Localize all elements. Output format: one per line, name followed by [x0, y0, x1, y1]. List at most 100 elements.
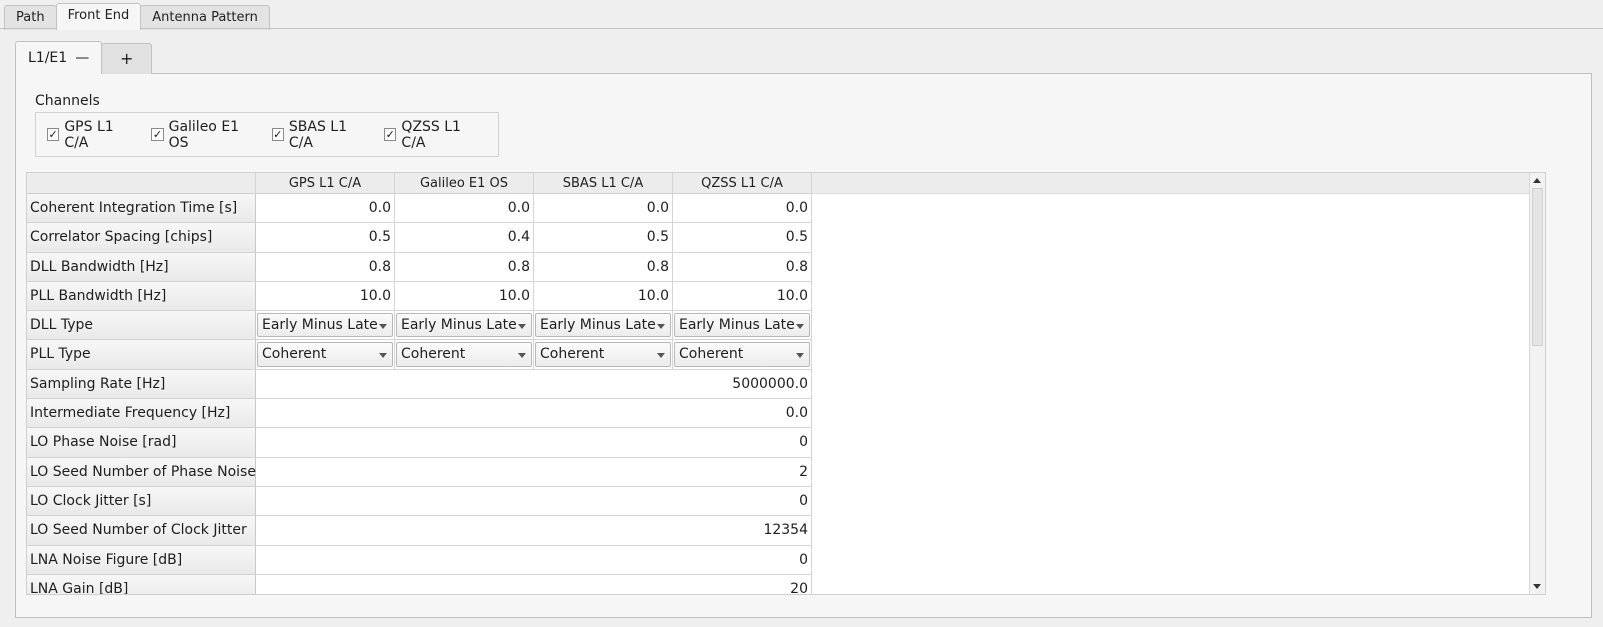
- row-header: DLL Bandwidth [Hz]: [27, 252, 256, 282]
- dll-type-select[interactable]: Early Minus Late: [535, 313, 671, 338]
- table-cell[interactable]: 0: [256, 545, 812, 575]
- table-cell[interactable]: 0.0: [256, 399, 812, 429]
- table-row: PLL Type Coherent Coherent Coherent Cohe…: [27, 340, 812, 370]
- row-header: LNA Gain [dB]: [27, 574, 256, 594]
- checkbox-label: SBAS L1 C/A: [288, 118, 347, 151]
- channel-checkbox-qzss[interactable]: ✓ QZSS L1 C/A: [384, 119, 484, 151]
- channel-checkbox-galileo[interactable]: ✓ Galileo E1 OS: [151, 119, 257, 151]
- band-tab-bar: L1/E1 — +: [15, 41, 153, 74]
- column-header-gps: GPS L1 C/A: [256, 173, 395, 194]
- table-cell[interactable]: 10.0: [534, 281, 673, 312]
- channel-checkbox-gps[interactable]: ✓ GPS L1 C/A: [47, 119, 137, 151]
- channel-checkbox-sbas[interactable]: ✓ SBAS L1 C/A: [271, 118, 371, 151]
- checkbox-label: GPS L1 C/A: [64, 118, 114, 151]
- table-cell: Early Minus Late: [673, 311, 812, 341]
- row-header: Correlator Spacing [chips]: [27, 223, 256, 253]
- tab-front-end[interactable]: Front End: [55, 3, 142, 30]
- table-row: Coherent Integration Time [s] 0.0 0.0 0.…: [27, 194, 812, 224]
- row-header: PLL Bandwidth [Hz]: [27, 281, 256, 312]
- table-row: PLL Bandwidth [Hz] 10.0 10.0 10.0 10.0: [27, 281, 812, 312]
- tab-l1-e1[interactable]: L1/E1 —: [15, 41, 103, 74]
- dll-type-select[interactable]: Early Minus Late: [257, 313, 393, 338]
- row-header: Intermediate Frequency [Hz]: [27, 399, 256, 429]
- scroll-down-icon[interactable]: [1533, 584, 1541, 589]
- table-row: LO Seed Number of Phase Noise 2: [27, 457, 812, 487]
- chevron-down-icon: [796, 353, 804, 359]
- table-row: DLL Type Early Minus Late Early Minus La…: [27, 311, 812, 341]
- checkbox-gps-l1-ca[interactable]: ✓: [47, 128, 60, 141]
- table-cell[interactable]: 0.8: [256, 252, 395, 282]
- dll-type-select[interactable]: Early Minus Late: [396, 313, 532, 338]
- plus-icon: +: [119, 49, 134, 68]
- scroll-up-icon[interactable]: [1533, 178, 1541, 183]
- table-cell[interactable]: 0.8: [395, 252, 534, 282]
- table-row: DLL Bandwidth [Hz] 0.8 0.8 0.8 0.8: [27, 252, 812, 282]
- select-value: Early Minus Late: [679, 317, 795, 334]
- select-value: Early Minus Late: [540, 317, 656, 334]
- table-cell[interactable]: 2: [256, 457, 812, 487]
- top-tab-bar: Path Front End Antenna Pattern: [4, 3, 270, 30]
- table-cell[interactable]: 0.0: [673, 194, 812, 224]
- table-corner: [27, 173, 256, 194]
- table-cell[interactable]: 0.8: [534, 252, 673, 282]
- table-cell[interactable]: 5000000.0: [256, 369, 812, 400]
- pll-type-select[interactable]: Coherent: [396, 342, 532, 367]
- table-cell[interactable]: 0.4: [395, 223, 534, 253]
- tab-bar-divider: [0, 28, 1603, 29]
- table-cell[interactable]: 20: [256, 574, 812, 594]
- table-cell[interactable]: 10.0: [673, 281, 812, 312]
- dll-type-select[interactable]: Early Minus Late: [674, 313, 810, 338]
- remove-band-icon[interactable]: —: [75, 50, 89, 66]
- pll-type-select[interactable]: Coherent: [535, 342, 671, 367]
- scrollbar-thumb[interactable]: [1532, 188, 1543, 346]
- table-cell: Coherent: [673, 340, 812, 370]
- table-cell[interactable]: 10.0: [256, 281, 395, 312]
- table-row: LO Clock Jitter [s] 0: [27, 486, 812, 517]
- channels-group-title: Channels: [35, 93, 100, 109]
- tab-antenna-pattern[interactable]: Antenna Pattern: [140, 5, 270, 30]
- table-cell[interactable]: 0: [256, 428, 812, 458]
- chevron-down-icon: [657, 353, 665, 359]
- table-cell[interactable]: 12354: [256, 516, 812, 546]
- parameter-table: GPS L1 C/A Galileo E1 OS SBAS L1 C/A QZS…: [26, 172, 1546, 595]
- table-row: Intermediate Frequency [Hz] 0.0: [27, 399, 812, 429]
- table-cell[interactable]: 0.0: [395, 194, 534, 224]
- column-header-galileo: Galileo E1 OS: [395, 173, 534, 194]
- table-cell[interactable]: 10.0: [395, 281, 534, 312]
- table-cell[interactable]: 0.0: [534, 194, 673, 224]
- table-cell[interactable]: 0.0: [256, 194, 395, 224]
- select-value: Coherent: [262, 346, 327, 363]
- table-row: Correlator Spacing [chips] 0.5 0.4 0.5 0…: [27, 223, 812, 253]
- table-header: GPS L1 C/A Galileo E1 OS SBAS L1 C/A QZS…: [27, 173, 812, 194]
- checkbox-sbas-l1-ca[interactable]: ✓: [271, 128, 284, 141]
- channels-group: ✓ GPS L1 C/A ✓ Galileo E1 OS ✓ SBAS L1 C…: [35, 112, 499, 157]
- pll-type-select[interactable]: Coherent: [674, 342, 810, 367]
- chevron-down-icon: [518, 324, 526, 330]
- row-header: LNA Noise Figure [dB]: [27, 545, 256, 575]
- table-cell: Coherent: [395, 340, 534, 370]
- header-filler: [812, 173, 1529, 194]
- row-header: DLL Type: [27, 311, 256, 341]
- table-row: Sampling Rate [Hz] 5000000.0: [27, 369, 812, 400]
- select-value: Early Minus Late: [262, 317, 378, 334]
- table-row: LO Phase Noise [rad] 0: [27, 428, 812, 458]
- tab-path[interactable]: Path: [4, 5, 57, 30]
- pll-type-select[interactable]: Coherent: [257, 342, 393, 367]
- select-value: Coherent: [401, 346, 466, 363]
- chevron-down-icon: [657, 324, 665, 330]
- table-cell[interactable]: 0.5: [534, 223, 673, 253]
- row-header: LO Seed Number of Clock Jitter: [27, 516, 256, 546]
- table-cell[interactable]: 0: [256, 486, 812, 517]
- checkbox-label: QZSS L1 C/A: [401, 118, 461, 151]
- chevron-down-icon: [379, 324, 387, 330]
- checkbox-qzss-l1-ca[interactable]: ✓: [384, 128, 397, 141]
- table-cell: Early Minus Late: [256, 311, 395, 341]
- table-cell[interactable]: 0.8: [673, 252, 812, 282]
- checkbox-galileo-e1-os[interactable]: ✓: [151, 128, 164, 141]
- table-cell[interactable]: 0.5: [673, 223, 812, 253]
- add-band-button[interactable]: +: [101, 43, 153, 74]
- row-header: LO Seed Number of Phase Noise: [27, 457, 256, 487]
- table-cell[interactable]: 0.5: [256, 223, 395, 253]
- vertical-scrollbar[interactable]: [1529, 173, 1545, 594]
- row-header: LO Phase Noise [rad]: [27, 428, 256, 458]
